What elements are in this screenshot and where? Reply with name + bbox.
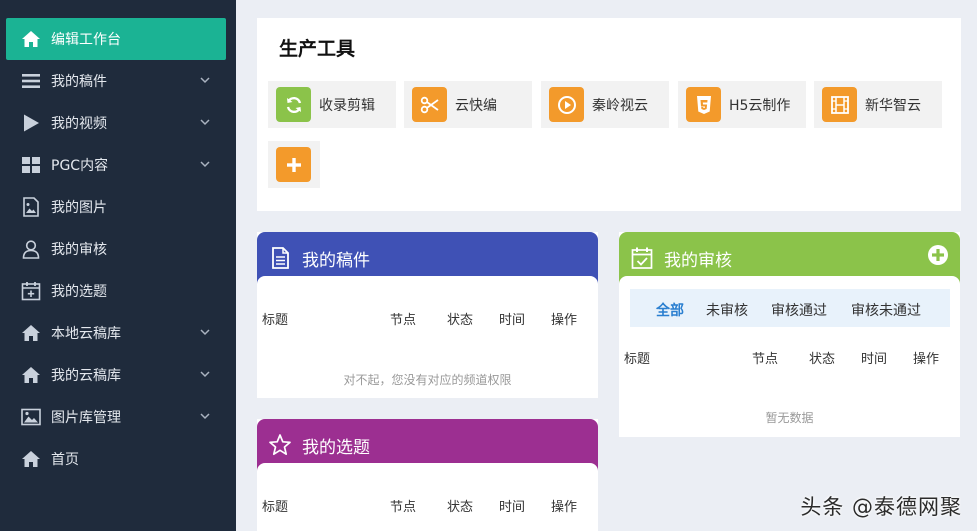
home-icon (21, 323, 41, 343)
column-action: 操作 (551, 500, 578, 515)
refresh-icon (276, 87, 311, 122)
column-status: 状态 (447, 313, 474, 328)
tool-xinhua-zhiyun-button[interactable]: 新华智云 (814, 81, 942, 128)
sidebar-item-label: 我的图片 (51, 200, 107, 216)
sidebar-nav-list: 我的稿件 我的视频 PGC内容 我的图片 我的审核 我的选题 本地云稿库 我的云… (0, 60, 236, 480)
tab-all[interactable]: 全部 (656, 300, 684, 320)
tool-label: H5云制作 (729, 97, 791, 114)
picture-icon (21, 407, 41, 427)
column-status: 状态 (447, 500, 474, 515)
column-action: 操作 (551, 313, 578, 328)
sidebar-item-label: 首页 (51, 452, 79, 468)
sidebar-item-my-videos[interactable]: 我的视频 (0, 102, 236, 144)
tool-cloud-quick-edit-button[interactable]: 云快编 (404, 81, 532, 128)
calendar-check-icon (630, 246, 654, 270)
production-tools-title: 生产工具 (279, 38, 356, 60)
column-node: 节点 (390, 313, 417, 328)
list-icon (21, 71, 41, 91)
tool-label: 收录剪辑 (319, 97, 375, 114)
home-icon (21, 449, 41, 469)
chevron-down-icon (200, 77, 210, 84)
chevron-down-icon (200, 161, 210, 168)
column-status: 状态 (809, 352, 836, 367)
column-time: 时间 (499, 313, 526, 328)
column-time: 时间 (499, 500, 526, 515)
sidebar-item-home[interactable]: 首页 (0, 438, 236, 480)
html5-icon (686, 87, 721, 122)
chevron-down-icon (200, 371, 210, 378)
my-reviews-panel: 我的审核 全部 未审核 审核通过 审核未通过 标题 节点 状态 时间 操作 暂无… (619, 232, 960, 437)
play-icon (21, 113, 41, 133)
scissors-icon (412, 87, 447, 122)
sidebar-item-label: 我的审核 (51, 242, 107, 258)
sidebar-item-label: 我的选题 (51, 284, 107, 300)
play-circle-icon (549, 87, 584, 122)
sidebar-item-my-reviews[interactable]: 我的审核 (0, 228, 236, 270)
calendar-plus-icon (21, 281, 41, 301)
sidebar-item-label: 图片库管理 (51, 410, 121, 426)
table-header: 标题 节点 状态 时间 操作 (257, 309, 598, 329)
column-node: 节点 (752, 352, 779, 367)
review-filter-tabs: 全部 未审核 审核通过 审核未通过 (630, 289, 950, 327)
my-topics-header: 我的选题 (257, 419, 598, 479)
user-icon (21, 239, 41, 259)
tool-h5-cloud-maker-button[interactable]: H5云制作 (678, 81, 806, 128)
sidebar-item-label: 本地云稿库 (51, 326, 121, 342)
chevron-down-icon (200, 329, 210, 336)
panel-title: 我的审核 (664, 250, 732, 271)
sidebar-item-label: PGC内容 (51, 158, 109, 174)
sidebar-item-label: 我的稿件 (51, 74, 107, 90)
column-time: 时间 (861, 352, 888, 367)
tab-review-approved[interactable]: 审核通过 (771, 300, 827, 320)
tool-label: 秦岭视云 (592, 97, 648, 114)
sidebar-item-editor-workbench[interactable]: 编辑工作台 (6, 18, 226, 60)
sidebar-item-image-library-management[interactable]: 图片库管理 (0, 396, 236, 438)
add-circle-icon[interactable] (927, 244, 949, 266)
chevron-down-icon (200, 119, 210, 126)
document-icon (268, 246, 292, 270)
panel-title: 我的稿件 (302, 250, 370, 271)
chevron-down-icon (200, 413, 210, 420)
sidebar-item-my-cloud-library[interactable]: 我的云稿库 (0, 354, 236, 396)
tool-qinling-video-cloud-button[interactable]: 秦岭视云 (541, 81, 669, 128)
image-file-icon (21, 197, 41, 217)
sidebar-item-pgc-content[interactable]: PGC内容 (0, 144, 236, 186)
my-manuscripts-panel: 我的稿件 标题 节点 状态 时间 操作 对不起，您没有对应的频道权限 (257, 232, 598, 398)
watermark: 头条 @泰德网聚 (800, 495, 962, 519)
column-action: 操作 (913, 352, 940, 367)
sidebar-item-my-images[interactable]: 我的图片 (0, 186, 236, 228)
empty-message: 暂无数据 (765, 411, 814, 425)
my-reviews-header: 我的审核 (619, 232, 960, 292)
grid-icon (21, 155, 41, 175)
plus-icon (276, 147, 311, 182)
panel-title: 我的选题 (302, 437, 370, 458)
my-manuscripts-header: 我的稿件 (257, 232, 598, 292)
sidebar-item-local-cloud-library[interactable]: 本地云稿库 (0, 312, 236, 354)
tab-pending-review[interactable]: 未审核 (706, 300, 748, 320)
my-topics-panel: 我的选题 标题 节点 状态 时间 操作 (257, 419, 598, 531)
table-header: 标题 节点 状态 时间 操作 (619, 348, 960, 368)
tab-review-rejected[interactable]: 审核未通过 (851, 300, 921, 320)
tool-capture-edit-button[interactable]: 收录剪辑 (268, 81, 396, 128)
column-title: 标题 (262, 313, 289, 328)
sidebar: 编辑工作台 我的稿件 我的视频 PGC内容 我的图片 我的审核 我的选题 本地云… (0, 0, 236, 531)
empty-message: 对不起，您没有对应的频道权限 (343, 373, 512, 387)
sidebar-item-my-topics[interactable]: 我的选题 (0, 270, 236, 312)
star-icon (268, 433, 292, 457)
home-icon (21, 365, 41, 385)
table-header: 标题 节点 状态 时间 操作 (257, 496, 598, 516)
tool-label: 云快编 (455, 97, 497, 114)
add-tool-button[interactable] (268, 141, 320, 188)
sidebar-item-label: 我的云稿库 (51, 368, 121, 384)
column-title: 标题 (262, 500, 289, 515)
tool-label: 新华智云 (865, 97, 921, 114)
film-icon (822, 87, 857, 122)
sidebar-item-my-manuscripts[interactable]: 我的稿件 (0, 60, 236, 102)
sidebar-item-label: 我的视频 (51, 116, 107, 132)
production-tools-card: 生产工具 收录剪辑 云快编 秦岭视云 H5云制作 新华智云 (257, 18, 961, 211)
home-icon (21, 29, 41, 49)
column-node: 节点 (390, 500, 417, 515)
column-title: 标题 (624, 352, 651, 367)
sidebar-item-label: 编辑工作台 (51, 32, 121, 48)
